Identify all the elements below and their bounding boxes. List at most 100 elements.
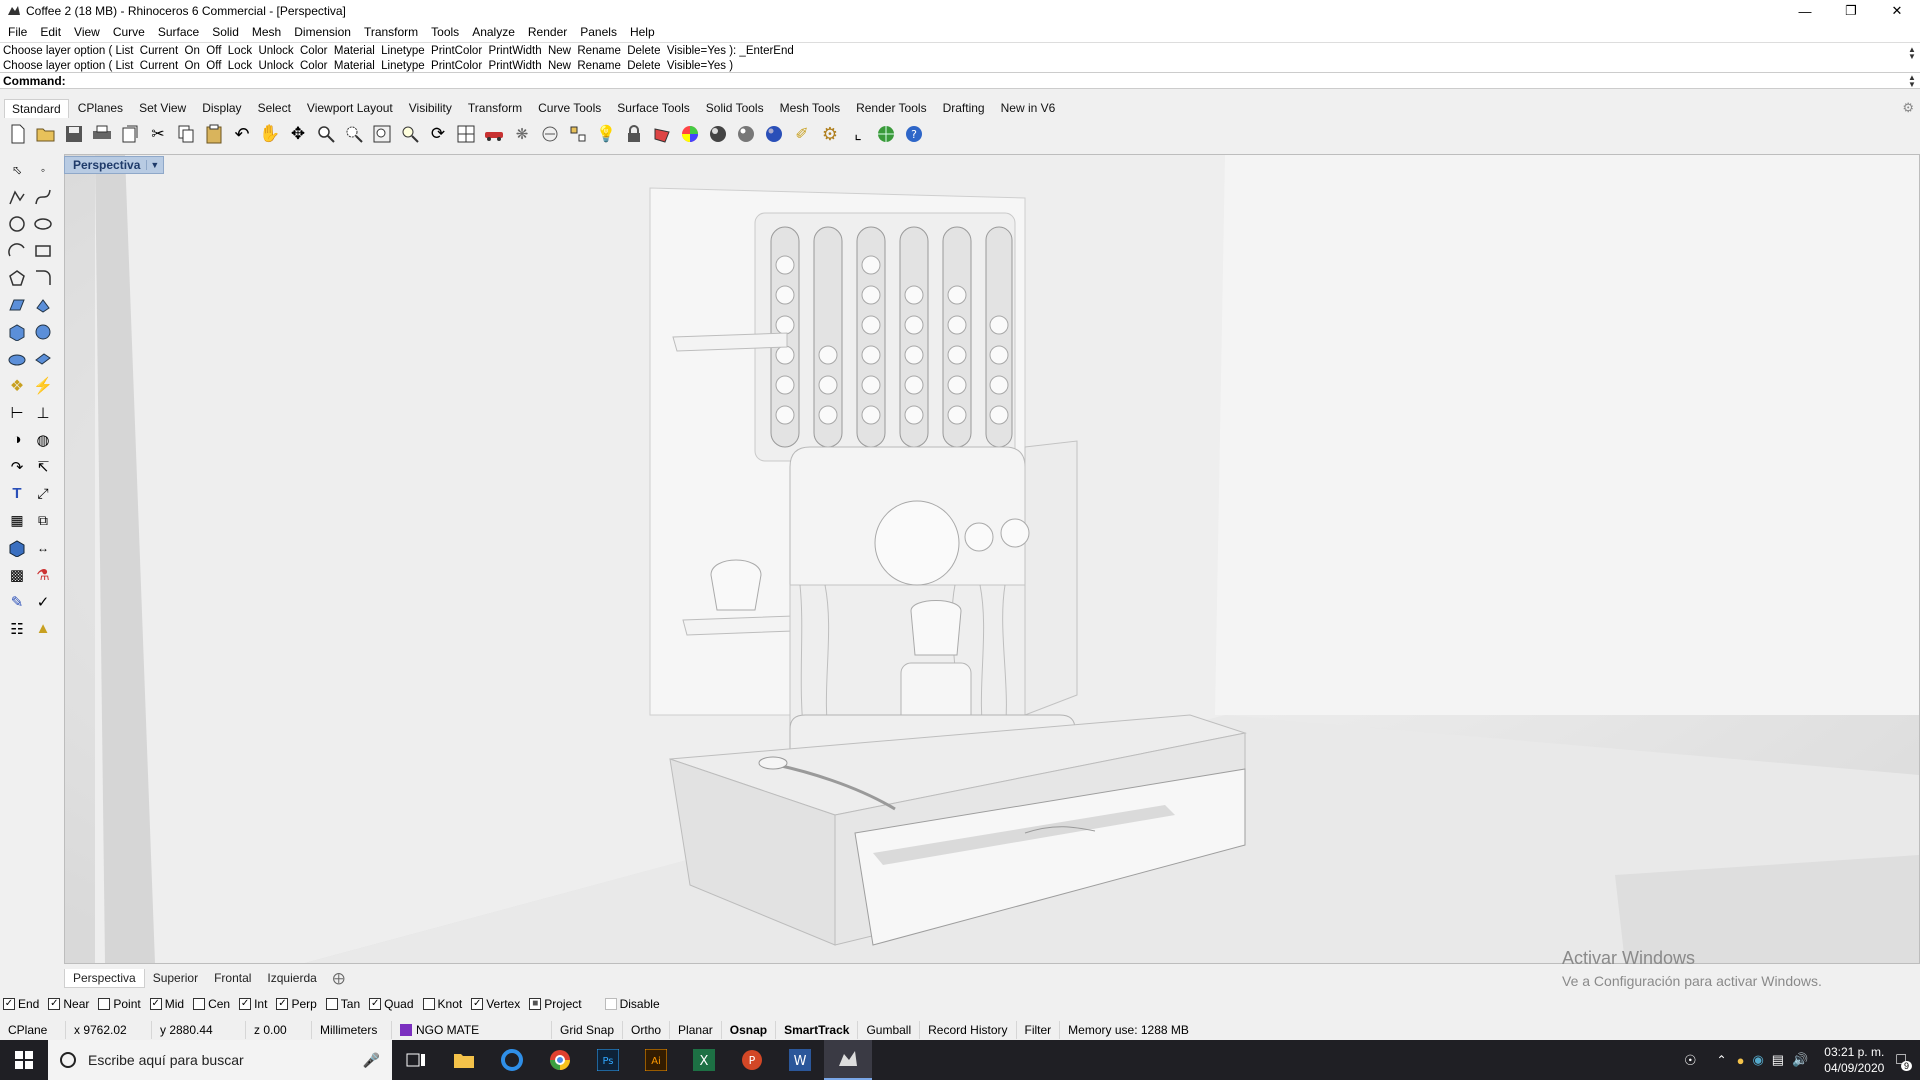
- tab-select[interactable]: Select: [251, 99, 298, 117]
- osnap-perp[interactable]: ✓ Perp: [276, 997, 317, 1011]
- menu-edit[interactable]: Edit: [40, 25, 61, 39]
- polygon-icon[interactable]: [6, 267, 28, 289]
- menu-transform[interactable]: Transform: [364, 25, 418, 39]
- viewport-title[interactable]: Perspectiva ▼: [64, 156, 165, 174]
- ellipse-icon[interactable]: [32, 213, 54, 235]
- view-tab-perspectiva[interactable]: Perspectiva: [64, 968, 145, 988]
- print-icon[interactable]: [90, 122, 114, 146]
- undo-icon[interactable]: ↶: [230, 122, 254, 146]
- osnap-near[interactable]: ✓ Near: [48, 997, 89, 1011]
- zoom-window-icon[interactable]: [342, 122, 366, 146]
- analyze-icon[interactable]: ✎: [6, 591, 28, 613]
- rectangle-icon[interactable]: [32, 240, 54, 262]
- smarttrack-toggle[interactable]: SmartTrack: [776, 1021, 859, 1039]
- view-tab-frontal[interactable]: Frontal: [206, 969, 259, 987]
- menu-analyze[interactable]: Analyze: [472, 25, 515, 39]
- rhino-taskbar-icon[interactable]: [824, 1040, 872, 1080]
- osnap-checkbox[interactable]: ✓: [239, 998, 252, 1010]
- object-snap-icon[interactable]: [538, 122, 562, 146]
- render-preview-icon[interactable]: [734, 122, 758, 146]
- zoom-icon[interactable]: [314, 122, 338, 146]
- osnap-checkbox[interactable]: ✓: [276, 998, 289, 1010]
- restore-button[interactable]: ❐: [1828, 0, 1874, 22]
- boolean-union-icon[interactable]: ❖: [6, 375, 28, 397]
- block-icon[interactable]: [6, 537, 28, 559]
- osnap-quad[interactable]: ✓ Quad: [369, 997, 414, 1011]
- layer-icon[interactable]: [650, 122, 674, 146]
- osnap-toggle[interactable]: Osnap: [722, 1021, 777, 1039]
- excel-icon[interactable]: X: [680, 1040, 728, 1080]
- render-sphere-icon[interactable]: [762, 122, 786, 146]
- copy-icon[interactable]: [174, 122, 198, 146]
- surface-icon[interactable]: [6, 294, 28, 316]
- material-tool-icon[interactable]: ▲: [32, 618, 54, 640]
- grid-snap-icon[interactable]: [566, 122, 590, 146]
- microphone-icon[interactable]: 🎤: [363, 1052, 380, 1069]
- tab-surface-tools[interactable]: Surface Tools: [610, 99, 697, 117]
- tray-app-icon[interactable]: ●: [1737, 1053, 1745, 1068]
- tab-new-in-v6[interactable]: New in V6: [994, 99, 1063, 117]
- people-icon[interactable]: ☉: [1684, 1052, 1697, 1069]
- osnap-tan[interactable]: Tan: [325, 997, 360, 1011]
- split-icon[interactable]: ⚡: [32, 375, 54, 397]
- osnap-checkbox[interactable]: [604, 998, 617, 1010]
- open-file-icon[interactable]: [34, 122, 58, 146]
- properties-icon[interactable]: ❋: [510, 122, 534, 146]
- file-explorer-icon[interactable]: [440, 1040, 488, 1080]
- tab-curve-tools[interactable]: Curve Tools: [531, 99, 608, 117]
- taskbar-search-box[interactable]: Escribe aquí para buscar 🎤: [48, 1040, 392, 1080]
- windows-start-icon[interactable]: [0, 1040, 48, 1080]
- osnap-checkbox[interactable]: ✓: [48, 998, 61, 1010]
- mesh-icon[interactable]: [6, 348, 28, 370]
- new-file-icon[interactable]: [6, 122, 30, 146]
- osnap-checkbox[interactable]: [422, 998, 435, 1010]
- render-tool-icon[interactable]: ☷: [6, 618, 28, 640]
- tab-cplanes[interactable]: CPlanes: [71, 99, 130, 117]
- mesh-box-icon[interactable]: [32, 348, 54, 370]
- text-icon[interactable]: T: [6, 483, 28, 505]
- options-gear-icon[interactable]: ⚙: [818, 122, 842, 146]
- grasshopper-icon[interactable]: ⌞: [846, 122, 870, 146]
- save-icon[interactable]: [62, 122, 86, 146]
- osnap-checkbox[interactable]: [98, 998, 111, 1010]
- osnap-disable[interactable]: Disable: [604, 997, 660, 1011]
- ortho-toggle[interactable]: Ortho: [623, 1021, 671, 1039]
- tab-drafting[interactable]: Drafting: [936, 99, 992, 117]
- circle-icon[interactable]: [6, 213, 28, 235]
- join-icon[interactable]: ⊥: [32, 402, 54, 424]
- current-layer[interactable]: NGO MATE: [392, 1021, 552, 1039]
- command-scroll-icon[interactable]: ▲ ▼: [1906, 74, 1918, 89]
- cut-icon[interactable]: ✂: [146, 122, 170, 146]
- osnap-checkbox[interactable]: ✓: [471, 998, 484, 1010]
- array-icon[interactable]: ▦: [6, 510, 28, 532]
- viewport-menu-icon[interactable]: ▼: [146, 160, 159, 170]
- volume-icon[interactable]: 🔊: [1792, 1052, 1808, 1068]
- osnap-cen[interactable]: Cen: [193, 997, 230, 1011]
- material-sphere-icon[interactable]: [706, 122, 730, 146]
- notification-icon[interactable]: □ 9: [1896, 1051, 1912, 1071]
- trim-icon[interactable]: ⊢: [6, 402, 28, 424]
- group-icon[interactable]: ◑: [6, 429, 28, 451]
- tab-set-view[interactable]: Set View: [132, 99, 193, 117]
- car-render-icon[interactable]: [482, 122, 506, 146]
- word-icon[interactable]: W: [776, 1040, 824, 1080]
- select-arrow-icon[interactable]: ⬁: [6, 159, 28, 181]
- tab-visibility[interactable]: Visibility: [402, 99, 459, 117]
- offset-icon[interactable]: ↷: [6, 456, 28, 478]
- dimension-linear-icon[interactable]: ↔: [32, 537, 54, 559]
- tab-solid-tools[interactable]: Solid Tools: [699, 99, 771, 117]
- show-hidden-icons[interactable]: ⌃: [1717, 1053, 1727, 1067]
- menu-file[interactable]: File: [8, 25, 27, 39]
- grid-snap-toggle[interactable]: Grid Snap: [552, 1021, 624, 1039]
- polyline-icon[interactable]: [6, 186, 28, 208]
- menu-dimension[interactable]: Dimension: [294, 25, 351, 39]
- tab-transform[interactable]: Transform: [461, 99, 529, 117]
- rotate-view-icon[interactable]: ⟳: [426, 122, 450, 146]
- chrome-icon[interactable]: [536, 1040, 584, 1080]
- powerpoint-icon[interactable]: P: [728, 1040, 776, 1080]
- grid-array-icon[interactable]: ▩: [6, 564, 28, 586]
- help-icon[interactable]: ?: [902, 122, 926, 146]
- osnap-checkbox[interactable]: ✓: [149, 998, 162, 1010]
- osnap-end[interactable]: ✓ End: [3, 997, 39, 1011]
- filter-toggle[interactable]: Filter: [1017, 1021, 1061, 1039]
